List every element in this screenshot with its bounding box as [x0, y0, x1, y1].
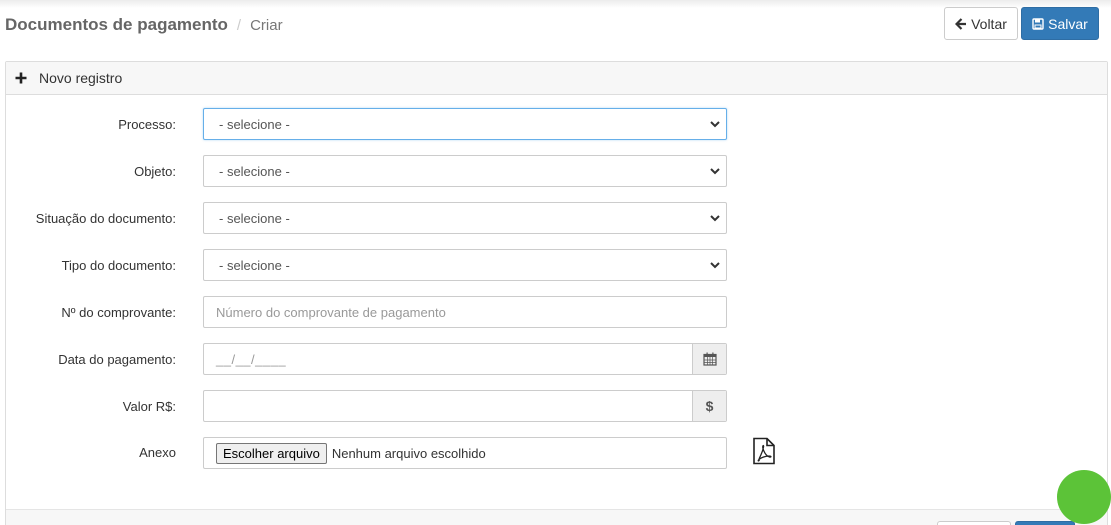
footer-save-button[interactable] — [1015, 521, 1075, 525]
situacao-select-value: - selecione - — [219, 210, 290, 226]
page-title: Documentos de pagamento — [5, 15, 228, 34]
back-button-label: Voltar — [971, 15, 1007, 32]
tipo-label: Tipo do documento: — [61, 257, 176, 273]
comprovante-row: Nº do comprovante: Número do comprovante… — [0, 296, 1111, 328]
tipo-select-value: - selecione - — [219, 257, 290, 273]
chevron-down-icon — [709, 165, 721, 177]
situacao-row: Situação do documento: - selecione - — [0, 202, 1111, 234]
save-button-label: Salvar — [1048, 15, 1088, 32]
file-status: Nenhum arquivo escolhido — [331, 445, 486, 461]
choose-file-button[interactable]: Escolher arquivo — [216, 442, 327, 464]
valor-label: Valor R$: — [122, 398, 176, 414]
breadcrumb-current: Criar — [250, 17, 283, 34]
situacao-label: Situação do documento: — [35, 210, 176, 226]
floating-action-dot[interactable] — [1057, 470, 1111, 524]
anexo-label: Anexo — [139, 444, 176, 460]
page-header: Documentos de pagamento / Criar Voltar Sal… — [0, 0, 1111, 50]
objeto-select[interactable]: - selecione - — [203, 155, 727, 187]
valor-input[interactable]: $ — [203, 390, 727, 422]
tipo-select[interactable]: - selecione - — [203, 249, 727, 281]
objeto-row: Objeto: - selecione - — [0, 155, 1111, 187]
anexo-row: Anexo Escolher arquivo Nenhum arquivo es… — [0, 437, 1111, 469]
objeto-label: Objeto: — [134, 163, 176, 179]
panel-heading: Novo registro — [6, 62, 1107, 95]
panel-title: Novo registro — [39, 70, 123, 86]
processo-row: Processo: - selecione - — [0, 108, 1111, 140]
breadcrumb: Documentos de pagamento / Criar — [5, 15, 283, 35]
anexo-file-input[interactable]: Escolher arquivo Nenhum arquivo escolhid… — [203, 437, 727, 469]
comprovante-label: Nº do comprovante: — [61, 304, 176, 320]
valor-row: Valor R$: $ — [0, 390, 1111, 422]
chevron-down-icon — [709, 118, 721, 130]
chevron-down-icon — [709, 259, 721, 271]
comprovante-input[interactable]: Número do comprovante de pagamento — [203, 296, 727, 328]
chevron-down-icon — [709, 212, 721, 224]
calendar-icon[interactable] — [692, 344, 726, 374]
processo-label: Processo: — [118, 116, 176, 132]
data-label: Data do pagamento: — [58, 351, 176, 367]
save-icon — [1032, 17, 1044, 30]
plus-icon — [15, 72, 27, 84]
footer-back-button[interactable] — [937, 521, 1011, 525]
save-button[interactable]: Salvar — [1021, 7, 1099, 40]
tipo-row: Tipo do documento: - selecione - — [0, 249, 1111, 281]
breadcrumb-separator: / — [236, 17, 242, 34]
comprovante-placeholder: Número do comprovante de pagamento — [216, 304, 446, 320]
data-row: Data do pagamento: __/__/____ — [0, 343, 1111, 375]
processo-select[interactable]: - selecione - — [203, 108, 727, 140]
pdf-file-icon[interactable] — [751, 437, 777, 465]
situacao-select[interactable]: - selecione - — [203, 202, 727, 234]
processo-select-value: - selecione - — [219, 116, 290, 132]
objeto-select-value: - selecione - — [219, 163, 290, 179]
arrow-left-icon — [955, 17, 967, 30]
back-button[interactable]: Voltar — [944, 7, 1018, 40]
dollar-addon: $ — [692, 391, 726, 421]
data-mask: __/__/____ — [216, 351, 287, 367]
data-input[interactable]: __/__/____ — [203, 343, 727, 375]
